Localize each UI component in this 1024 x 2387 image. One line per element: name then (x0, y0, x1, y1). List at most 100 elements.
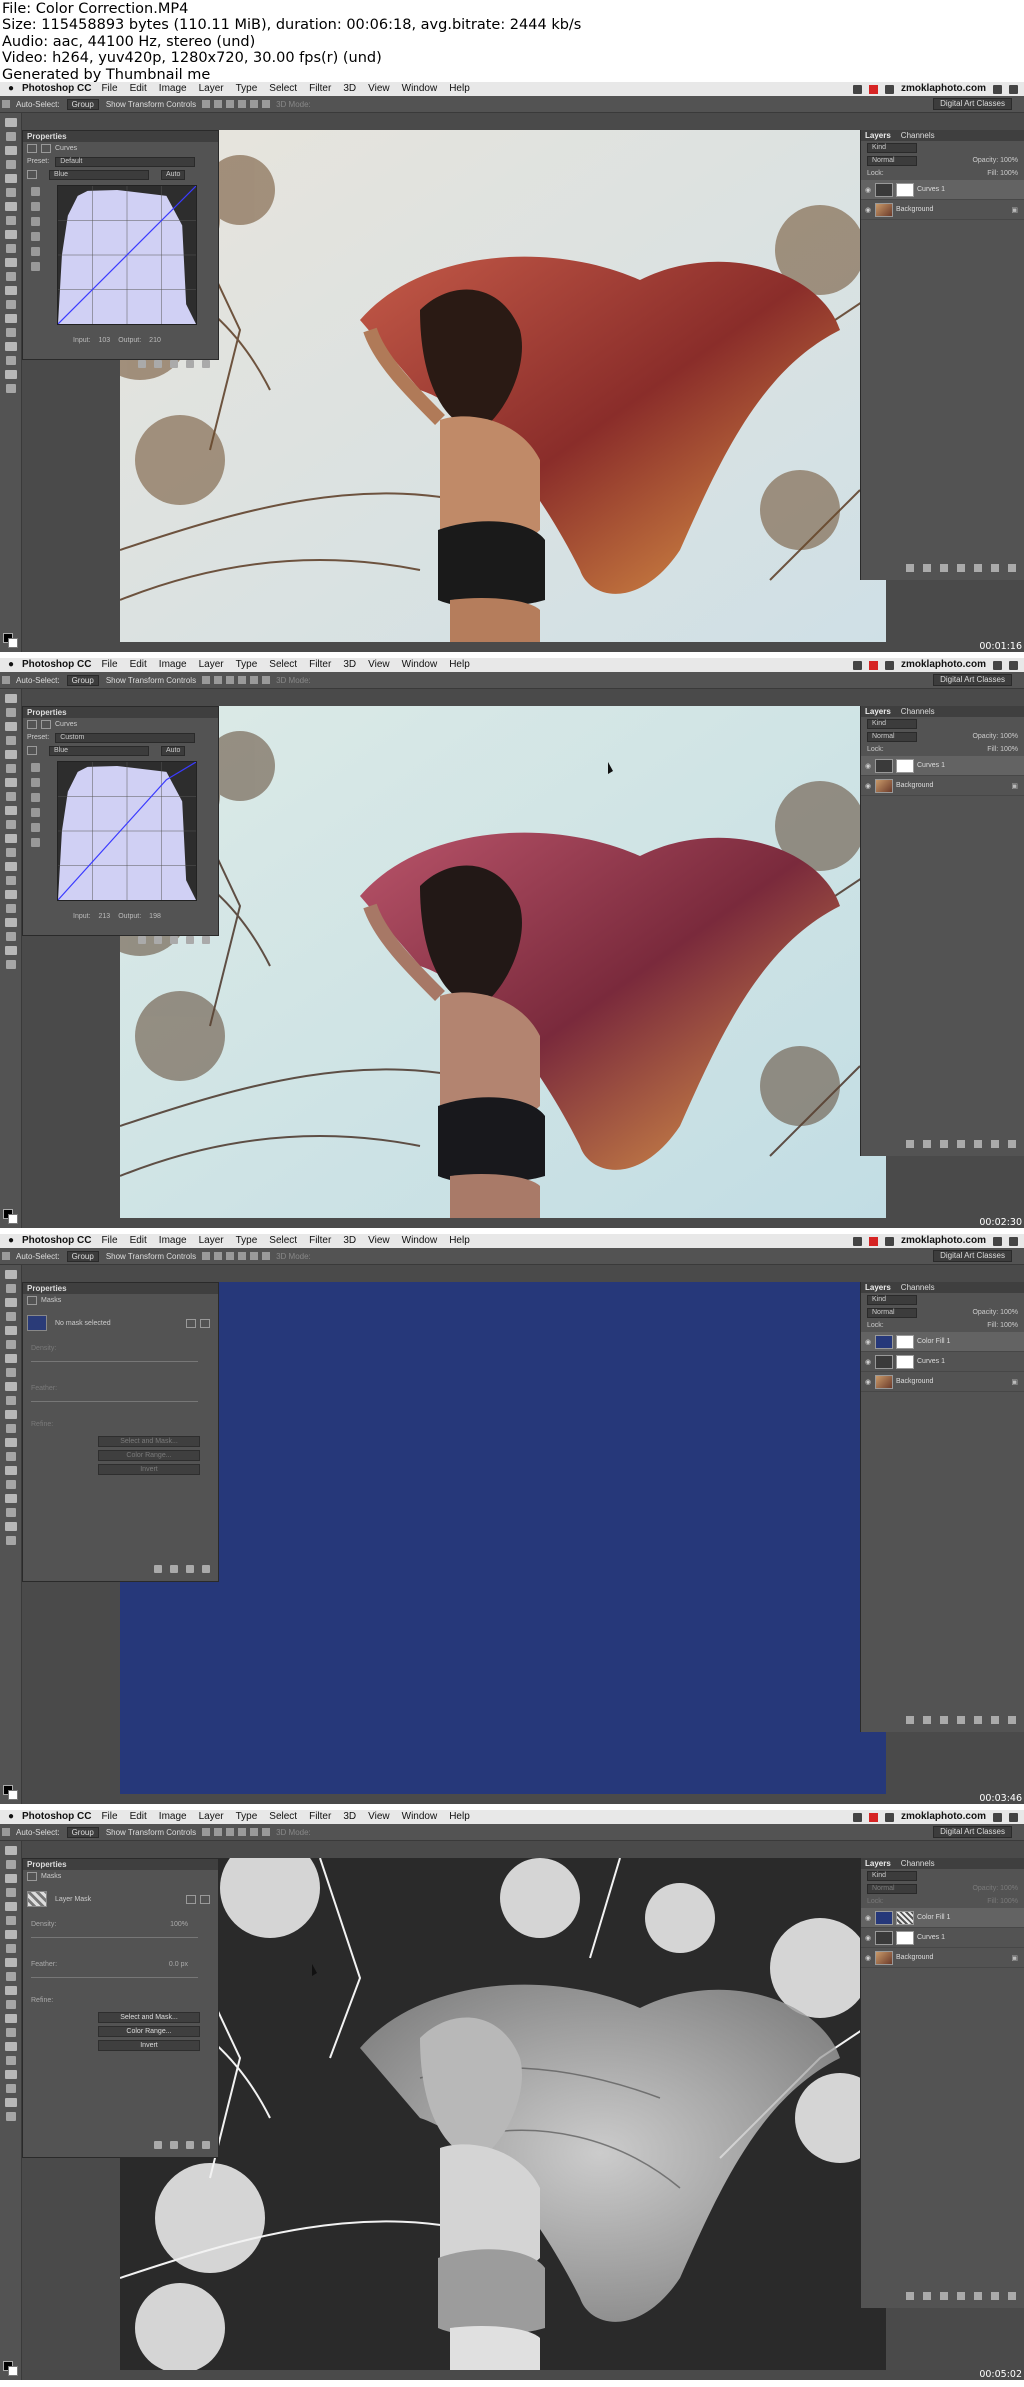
add-pixel-mask-icon[interactable] (186, 1894, 196, 1904)
menu-layer[interactable]: Layer (199, 658, 224, 672)
blend-mode-select[interactable]: Normal (867, 1883, 917, 1894)
reset-icon[interactable] (170, 936, 178, 944)
layer-row[interactable]: ◉ Curves 1 (861, 180, 1024, 200)
group-select[interactable]: Group (66, 674, 99, 686)
fill-field[interactable]: Fill: 100% (987, 1895, 1018, 1908)
sample-black-icon[interactable] (31, 187, 40, 196)
app-name[interactable]: Photoshop CC (22, 82, 91, 96)
group-select[interactable]: Group (66, 1250, 99, 1262)
brush-tool[interactable] (5, 792, 16, 801)
color-range-button[interactable]: Color Range... (98, 2026, 200, 2037)
kind-filter[interactable]: Kind (867, 1870, 917, 1881)
eye-icon[interactable]: ◉ (861, 1954, 875, 1962)
sample-white-icon[interactable] (31, 793, 40, 802)
layer-name[interactable]: Background (896, 206, 933, 213)
menu-3d[interactable]: 3D (343, 82, 356, 96)
menu-filter[interactable]: Filter (309, 1810, 331, 1824)
align-icon[interactable] (226, 100, 235, 108)
fill-field[interactable]: Fill: 100% (987, 1319, 1018, 1332)
blend-mode-select[interactable]: Normal (867, 155, 917, 166)
record-icon[interactable] (868, 84, 878, 94)
trash-icon[interactable] (1008, 1716, 1016, 1724)
gradient-tool[interactable] (5, 1424, 16, 1433)
auto-select-label[interactable]: Auto-Select: (16, 676, 60, 685)
output-value[interactable]: 198 (149, 913, 161, 920)
layer-name[interactable]: Curves 1 (917, 186, 945, 193)
tab-layers[interactable]: Layers (865, 1283, 891, 1292)
align-icon[interactable] (262, 676, 271, 684)
zoom-tool[interactable] (5, 960, 16, 969)
trash-icon[interactable] (202, 2141, 210, 2149)
stamp-tool[interactable] (4, 806, 17, 815)
brush-tool[interactable] (5, 1944, 16, 1953)
reset-icon[interactable] (170, 360, 178, 368)
workspace-select[interactable]: Digital Art Classes (933, 674, 1012, 686)
transform-controls-label[interactable]: Show Transform Controls (106, 1252, 196, 1261)
zoom-tool[interactable] (5, 2112, 16, 2121)
mask-thumb[interactable] (896, 1930, 914, 1945)
history-brush-tool[interactable] (5, 1972, 16, 1981)
apple-icon[interactable]: ● (0, 658, 22, 672)
app-name[interactable]: Photoshop CC (22, 1810, 91, 1824)
add-vector-mask-icon[interactable] (200, 1318, 210, 1328)
menu-image[interactable]: Image (159, 1234, 187, 1248)
adjustment-icon[interactable] (957, 1716, 965, 1724)
tab-channels[interactable]: Channels (901, 1283, 935, 1292)
menu-type[interactable]: Type (236, 1234, 258, 1248)
properties-tab[interactable]: Properties (23, 1859, 218, 1870)
align-icon[interactable] (250, 1828, 259, 1836)
record-icon[interactable] (868, 660, 878, 670)
eye-icon[interactable]: ◉ (861, 762, 875, 770)
dodge-tool[interactable] (5, 2028, 16, 2037)
add-mask-icon[interactable] (940, 564, 948, 572)
density-value[interactable]: 100% (170, 1921, 188, 1928)
shape-tool[interactable] (5, 2084, 16, 2093)
menu-edit[interactable]: Edit (130, 658, 147, 672)
canvas-mask-view[interactable] (120, 1858, 886, 2370)
menu-type[interactable]: Type (236, 658, 258, 672)
hand-tool[interactable] (4, 1522, 17, 1531)
apply-mask-icon[interactable] (170, 2141, 178, 2149)
mask-thumb[interactable] (896, 182, 914, 197)
menu-window[interactable]: Window (402, 82, 438, 96)
mask-icon[interactable] (27, 1296, 37, 1305)
layer-name[interactable]: Background (896, 1378, 933, 1385)
visibility-icon[interactable] (186, 936, 194, 944)
sample-white-icon[interactable] (31, 217, 40, 226)
type-tool[interactable] (5, 1480, 16, 1489)
sample-gray-icon[interactable] (31, 202, 40, 211)
selection-icon[interactable] (154, 1565, 162, 1573)
auto-button[interactable]: Auto (161, 745, 186, 756)
gradient-tool[interactable] (5, 272, 16, 281)
eye-icon[interactable]: ◉ (861, 1338, 875, 1346)
tab-layers[interactable]: Layers (865, 131, 891, 140)
mask-icon[interactable] (41, 144, 51, 153)
layer-name[interactable]: Color Fill 1 (917, 1338, 950, 1345)
blur-tool[interactable] (4, 1438, 17, 1447)
menu-view[interactable]: View (368, 658, 390, 672)
menu-select[interactable]: Select (269, 658, 297, 672)
add-mask-icon[interactable] (940, 1716, 948, 1724)
opacity-field[interactable]: Opacity: 100% (972, 1306, 1018, 1319)
tab-channels[interactable]: Channels (901, 1859, 935, 1868)
layer-row[interactable]: ◉ Curves 1 (861, 1352, 1024, 1372)
lasso-tool[interactable] (4, 1298, 17, 1307)
align-icon[interactable] (250, 100, 259, 108)
input-value[interactable]: 213 (99, 913, 111, 920)
eyedropper-tool[interactable] (5, 764, 16, 773)
app-name[interactable]: Photoshop CC (22, 658, 91, 672)
align-icon[interactable] (226, 1828, 235, 1836)
hand-tool[interactable] (4, 2098, 17, 2107)
view-previous-icon[interactable] (154, 936, 162, 944)
eye-icon[interactable]: ◉ (861, 186, 875, 194)
canvas-color-fill[interactable] (120, 1282, 886, 1794)
fx-icon[interactable] (923, 564, 931, 572)
color-swatches[interactable] (3, 1209, 19, 1225)
shape-tool[interactable] (5, 932, 16, 941)
stamp-tool[interactable] (4, 1958, 17, 1967)
menu-window[interactable]: Window (402, 1234, 438, 1248)
path-select-tool[interactable] (4, 2070, 17, 2079)
type-tool[interactable] (5, 2056, 16, 2065)
list-icon[interactable] (1009, 660, 1018, 670)
lasso-tool[interactable] (4, 1874, 17, 1883)
